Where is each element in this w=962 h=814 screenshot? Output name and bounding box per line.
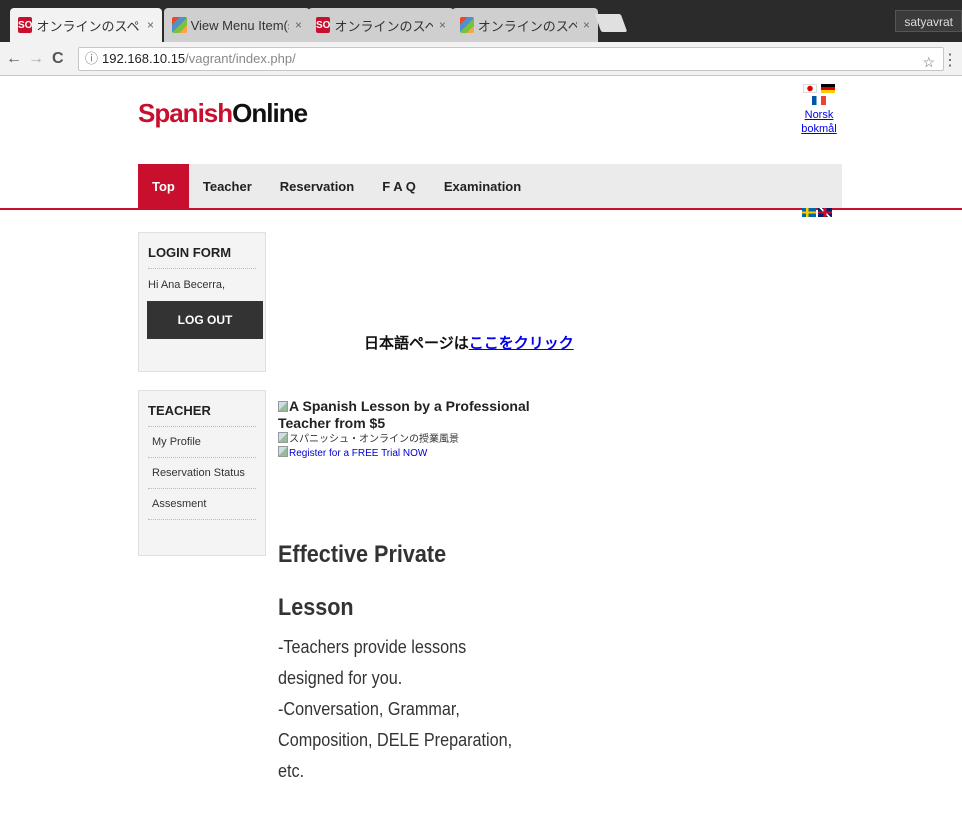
japanese-page-notice: 日本語ページはここをクリック [364, 332, 574, 353]
so-icon: SO [316, 17, 331, 33]
tab-3[interactable]: SO オンラインのスペイ × [308, 8, 454, 42]
para-line: designed for you. [278, 668, 403, 688]
bookmark-star-icon[interactable]: ☆ [922, 51, 935, 73]
teacher-menu-title: TEACHER [148, 391, 256, 427]
tab-2[interactable]: View Menu Item(s) × [164, 8, 310, 42]
uk-flag-icon[interactable] [818, 208, 832, 217]
new-tab-button[interactable] [594, 14, 628, 32]
sidebar-item-assesment[interactable]: Assesment [148, 489, 256, 520]
nav-top[interactable]: Top [138, 164, 189, 209]
img-title-line1: A Spanish Lesson by a Professional [289, 398, 530, 414]
tab-title: View Menu Item(s) [190, 17, 289, 33]
profile-button[interactable]: satyavrat [895, 10, 962, 32]
tab-title: オンラインのスペイ [477, 18, 577, 34]
section-paragraph: -Teachers provide lessons designed for y… [278, 632, 539, 787]
sweden-flag-icon[interactable] [802, 208, 816, 217]
logo-text-spanish: Spanish [138, 98, 233, 128]
logo-text-online: Online [232, 98, 308, 128]
germany-flag-icon[interactable] [821, 84, 835, 93]
main-nav: Top Teacher Reservation F A Q Examinatio… [138, 164, 842, 209]
register-trial-text: Register for a FREE Trial NOW [289, 448, 428, 459]
lesson-image-title: A Spanish Lesson by a Professional Teach… [278, 398, 548, 432]
heading-line2: Lesson [278, 594, 354, 621]
language-flags-secondary [802, 208, 832, 217]
back-icon[interactable]: ← [6, 50, 22, 68]
nav-reservation[interactable]: Reservation [266, 164, 368, 209]
close-icon[interactable]: × [147, 18, 154, 32]
reload-icon[interactable]: C [52, 50, 64, 68]
register-trial-link[interactable]: Register for a FREE Trial NOW [278, 446, 548, 460]
login-form-panel: LOGIN FORM Hi Ana Becerra, LOG OUT [138, 232, 266, 372]
nav-teacher[interactable]: Teacher [189, 164, 266, 209]
nav-examination[interactable]: Examination [430, 164, 535, 209]
japanese-page-link[interactable]: ここをクリック [469, 335, 574, 352]
url-host: 192.168.10.15 [102, 51, 186, 66]
broken-image-icon [278, 432, 288, 443]
heading-line1: Effective Private [278, 541, 447, 568]
page-content: SpanishOnline Norsk bokmål Top Teacher R… [0, 76, 962, 814]
tab-1[interactable]: SO オンラインのスペイ × [10, 8, 162, 42]
lesson-photo-alt: スパニッシュ・オンラインの授業風景 [278, 432, 548, 446]
tab-title: オンラインのスペイ [36, 18, 141, 34]
para-line: etc. [278, 761, 305, 781]
joomla-icon [172, 17, 187, 33]
sidebar-item-my-profile[interactable]: My Profile [148, 427, 256, 458]
japanese-page-text: 日本語ページは [364, 335, 469, 352]
para-line: -Teachers provide lessons [278, 637, 467, 657]
greeting-text: Hi Ana Becerra, [148, 279, 226, 291]
img-title-line2: Teacher from $5 [278, 415, 386, 431]
norsk-line2: bokmål [801, 123, 837, 135]
tab-4[interactable]: オンラインのスペイ × [452, 8, 598, 42]
language-link-norsk[interactable]: Norsk bokmål [796, 108, 842, 136]
info-icon[interactable]: ⓘ [85, 51, 98, 66]
so-icon: SO [18, 17, 33, 33]
url-path: /vagrant/index.php/ [185, 51, 296, 66]
img-alt-text: スパニッシュ・オンラインの授業風景 [289, 434, 459, 445]
section-heading: Effective Private Lesson [278, 528, 539, 634]
logout-button[interactable]: LOG OUT [147, 301, 263, 339]
language-switcher: Norsk bokmål [796, 84, 842, 136]
close-icon[interactable]: × [583, 18, 590, 32]
japan-flag-icon[interactable] [803, 84, 817, 93]
broken-image-icon [278, 401, 288, 412]
site-logo[interactable]: SpanishOnline [138, 98, 308, 129]
forward-icon[interactable]: → [28, 50, 44, 68]
france-flag-icon[interactable] [812, 96, 826, 105]
norsk-line1: Norsk [804, 109, 834, 121]
para-line: -Conversation, Grammar, [278, 699, 460, 719]
close-icon[interactable]: × [439, 18, 446, 32]
lesson-image-block: A Spanish Lesson by a Professional Teach… [278, 398, 548, 460]
close-icon[interactable]: × [295, 18, 302, 32]
browser-toolbar: ← → C ⓘ 192.168.10.15/vagrant/index.php/ … [0, 42, 962, 76]
nav-faq[interactable]: F A Q [368, 164, 430, 209]
address-bar[interactable]: ⓘ 192.168.10.15/vagrant/index.php/ ☆ [78, 47, 944, 71]
joomla-icon [460, 17, 474, 33]
teacher-menu-panel: TEACHER My Profile Reservation Status As… [138, 390, 266, 556]
broken-image-icon [278, 446, 288, 457]
sidebar-item-reservation-status[interactable]: Reservation Status [148, 458, 256, 489]
login-form-title: LOGIN FORM [148, 233, 256, 269]
para-line: Composition, DELE Preparation, [278, 730, 513, 750]
tab-title: オンラインのスペイ [334, 18, 433, 34]
browser-menu-icon[interactable]: ⋮ [942, 50, 958, 70]
tab-strip: SO オンラインのスペイ × View Menu Item(s) × SO オン… [0, 0, 962, 42]
